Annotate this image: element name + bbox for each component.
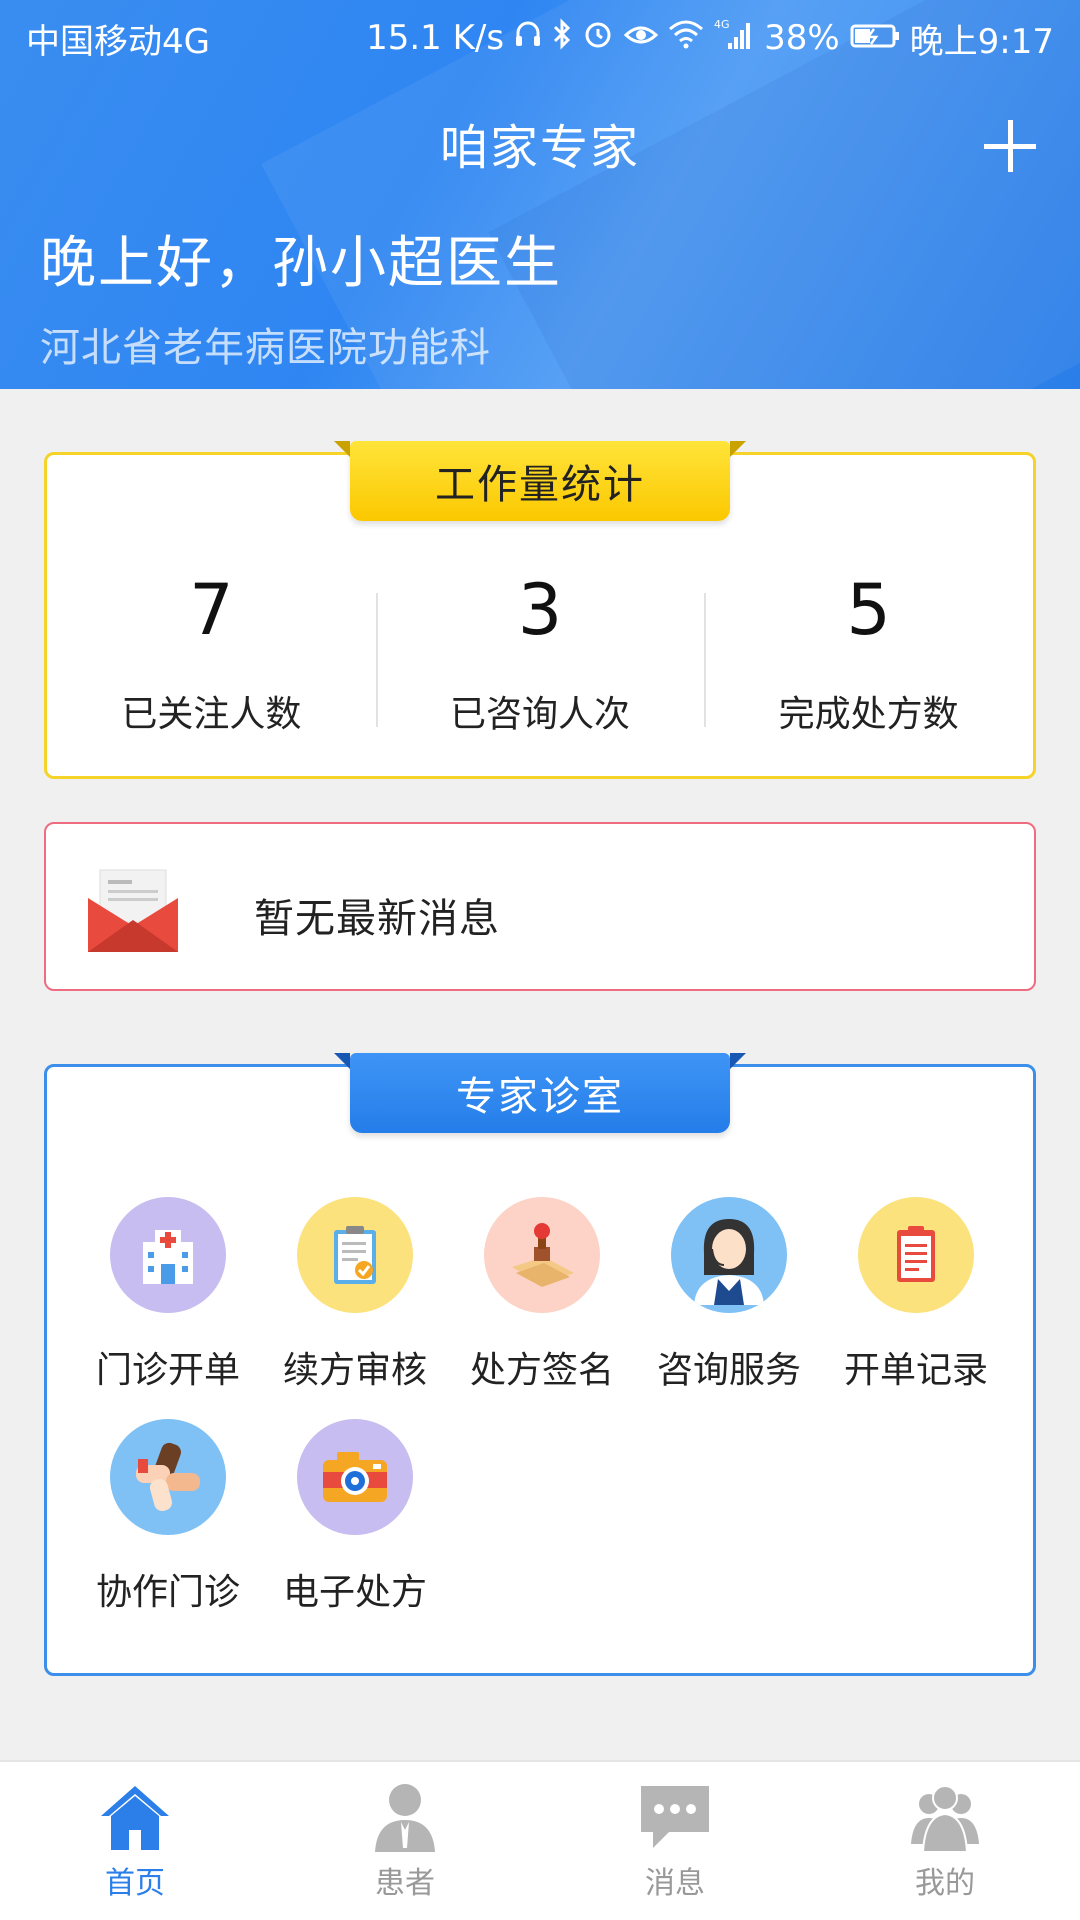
stat-consultations[interactable]: 3 已咨询人次: [375, 569, 705, 737]
tab-label: 我的: [915, 1866, 975, 1901]
clock-time: 晚上9:17: [909, 21, 1054, 62]
workload-stats: 7 已关注人数 3 已咨询人次 5 完成处方数: [47, 575, 1033, 737]
stat-value: 5: [846, 569, 891, 651]
department-text: 河北省老年病医院功能科: [40, 325, 491, 371]
page-title: 咱家专家: [439, 120, 640, 176]
alarm-icon: [582, 18, 614, 59]
tab-patients[interactable]: 患者: [270, 1762, 540, 1920]
support-agent-icon: [671, 1197, 787, 1313]
message-card[interactable]: 暂无最新消息: [44, 822, 1036, 991]
stat-value: 3: [517, 569, 563, 651]
carrier-text: 中国移动4G: [26, 21, 210, 62]
grid-item-label: 协作门诊: [95, 1572, 240, 1613]
stat-prescriptions[interactable]: 5 完成处方数: [704, 575, 1033, 737]
status-bar: 中国移动4G 15.1 K/s 4G 38% 晚上9:17: [0, 0, 1080, 76]
stat-followers[interactable]: 7 已关注人数: [47, 575, 376, 737]
workload-title: 工作量统计: [334, 441, 746, 521]
status-icons: 15.1 K/s 4G 38% 晚上9:17: [366, 14, 1054, 63]
patient-icon: [375, 1784, 435, 1852]
expert-room-card: 专家诊室 门诊开单 续方审核 处方签名 咨询服务 开单记录 协作门诊 电子处方: [44, 1053, 1036, 1676]
tab-home[interactable]: 首页: [0, 1762, 270, 1920]
grid-item-label: 开单记录: [843, 1350, 988, 1391]
signal-icon: 4G: [714, 17, 754, 60]
grid-item-label: 续方审核: [282, 1350, 427, 1391]
record-clipboard-icon: [858, 1197, 974, 1313]
grid-item-label: 门诊开单: [95, 1350, 240, 1391]
stat-label: 已关注人数: [121, 694, 302, 735]
grid-item-label: 处方签名: [469, 1350, 614, 1391]
stat-label: 完成处方数: [778, 694, 959, 735]
camera-icon: [297, 1419, 413, 1535]
hospital-icon: [110, 1197, 226, 1313]
eye-icon: [623, 18, 659, 58]
grid-item-outpatient[interactable]: 门诊开单: [75, 1197, 261, 1393]
bluetooth-icon: [552, 17, 572, 59]
tab-label: 首页: [105, 1866, 165, 1901]
svg-text:4G: 4G: [714, 18, 730, 31]
headset-icon: [514, 18, 542, 58]
wifi-icon: [668, 18, 704, 58]
grid-item-collab-clinic[interactable]: 协作门诊: [75, 1419, 261, 1615]
grid-item-label: 咨询服务: [656, 1350, 801, 1391]
hands-icon: [110, 1419, 226, 1535]
grid-item-renewal-review[interactable]: 续方审核: [262, 1197, 448, 1393]
stat-label: 已咨询人次: [450, 694, 631, 735]
grid-item-prescription-sign[interactable]: 处方签名: [449, 1197, 635, 1393]
stamp-icon: [484, 1197, 600, 1313]
chat-icon: [641, 1786, 709, 1848]
add-plus-icon[interactable]: [984, 120, 1036, 172]
expert-room-title: 专家诊室: [334, 1053, 746, 1133]
greeting-text: 晚上好，孙小超医生: [40, 231, 562, 296]
workload-card: 工作量统计 7 已关注人数 3 已咨询人次 5 完成处方数: [44, 441, 1036, 779]
tab-label: 消息: [645, 1866, 705, 1901]
tab-label: 患者: [375, 1866, 435, 1901]
message-text: 暂无最新消息: [254, 896, 500, 942]
header: 中国移动4G 15.1 K/s 4G 38% 晚上9:17 咱家专家 晚上好，孙…: [0, 0, 1080, 389]
clipboard-check-icon: [297, 1197, 413, 1313]
tab-messages[interactable]: 消息: [540, 1762, 810, 1920]
bottom-nav: 首页 患者 消息 我的: [0, 1760, 1080, 1920]
stat-value: 7: [189, 569, 234, 651]
envelope-icon: [88, 869, 178, 952]
network-speed: 15.1 K/s: [366, 18, 505, 58]
grid-item-order-records[interactable]: 开单记录: [823, 1197, 1009, 1393]
app-root: 中国移动4G 15.1 K/s 4G 38% 晚上9:17 咱家专家 晚上好，孙…: [0, 0, 1080, 1920]
grid-item-e-prescription[interactable]: 电子处方: [262, 1419, 448, 1615]
grid-item-consult-service[interactable]: 咨询服务: [636, 1197, 822, 1393]
people-icon: [911, 1785, 979, 1852]
battery-percent: 38%: [764, 18, 840, 58]
battery-charging-icon: [850, 18, 900, 58]
home-icon: [101, 1786, 169, 1850]
tab-mine[interactable]: 我的: [810, 1762, 1080, 1920]
grid-item-label: 电子处方: [282, 1572, 427, 1613]
